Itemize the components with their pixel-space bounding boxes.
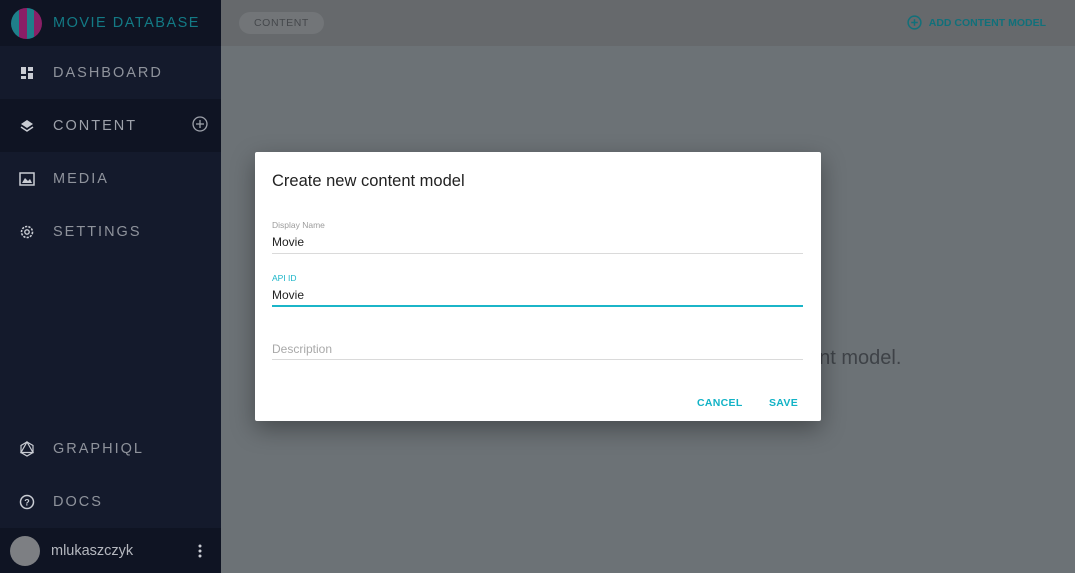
sidebar: MOVIE DATABASE DASHBOARD CONTENT MEDIA S… (0, 0, 221, 573)
add-content-model-label: ADD CONTENT MODEL (928, 16, 1046, 29)
help-circle-icon: ? (16, 491, 38, 513)
sidebar-item-label: CONTENT (53, 117, 138, 134)
add-content-model-button[interactable]: ADD CONTENT MODEL (907, 15, 1046, 30)
svg-text:?: ? (24, 497, 30, 507)
app-logo (11, 7, 42, 39)
save-button[interactable]: SAVE (769, 397, 798, 409)
api-id-field[interactable]: API ID Movie (272, 273, 803, 308)
empty-state-message: ent model. (808, 347, 902, 369)
sidebar-item-dashboard[interactable]: DASHBOARD (0, 46, 221, 99)
api-id-label: API ID (272, 273, 297, 283)
description-field[interactable]: Description (272, 342, 803, 360)
graphql-icon (16, 438, 38, 460)
description-input[interactable]: Description (272, 342, 803, 356)
app-title: MOVIE DATABASE (53, 15, 200, 31)
add-circle-icon (907, 15, 922, 30)
avatar[interactable] (10, 535, 40, 566)
sidebar-item-graphiql[interactable]: GRAPHIQL (0, 422, 221, 475)
display-name-label: Display Name (272, 220, 325, 230)
create-content-model-dialog: Create new content model Display Name Mo… (255, 152, 821, 421)
dashboard-icon (16, 62, 38, 84)
description-underline (272, 359, 803, 360)
gear-icon (16, 221, 38, 243)
more-vertical-icon[interactable] (193, 542, 207, 560)
dialog-title: Create new content model (272, 172, 465, 190)
api-id-underline (272, 305, 803, 307)
sidebar-item-docs[interactable]: ? DOCS (0, 475, 221, 528)
layers-icon (16, 115, 38, 137)
display-name-underline (272, 253, 803, 254)
sidebar-item-label: GRAPHIQL (53, 440, 144, 457)
brand[interactable]: MOVIE DATABASE (0, 0, 221, 46)
display-name-input[interactable]: Movie (272, 235, 803, 251)
api-id-input[interactable]: Movie (272, 288, 803, 304)
sidebar-item-label: MEDIA (53, 170, 109, 187)
display-name-field[interactable]: Display Name Movie (272, 220, 803, 254)
top-bar: CONTENT ADD CONTENT MODEL (221, 0, 1075, 46)
breadcrumb[interactable]: CONTENT (239, 12, 324, 34)
sidebar-item-content[interactable]: CONTENT (0, 99, 221, 152)
username: mlukaszczyk (51, 542, 134, 559)
sidebar-item-label: DOCS (53, 493, 103, 510)
sidebar-item-label: SETTINGS (53, 223, 142, 240)
user-bar[interactable]: mlukaszczyk (0, 528, 221, 573)
sidebar-item-media[interactable]: MEDIA (0, 152, 221, 205)
sidebar-item-label: DASHBOARD (53, 64, 163, 81)
add-circle-icon[interactable] (191, 115, 209, 133)
sidebar-item-settings[interactable]: SETTINGS (0, 205, 221, 258)
image-icon (16, 168, 38, 190)
cancel-button[interactable]: CANCEL (697, 397, 743, 409)
